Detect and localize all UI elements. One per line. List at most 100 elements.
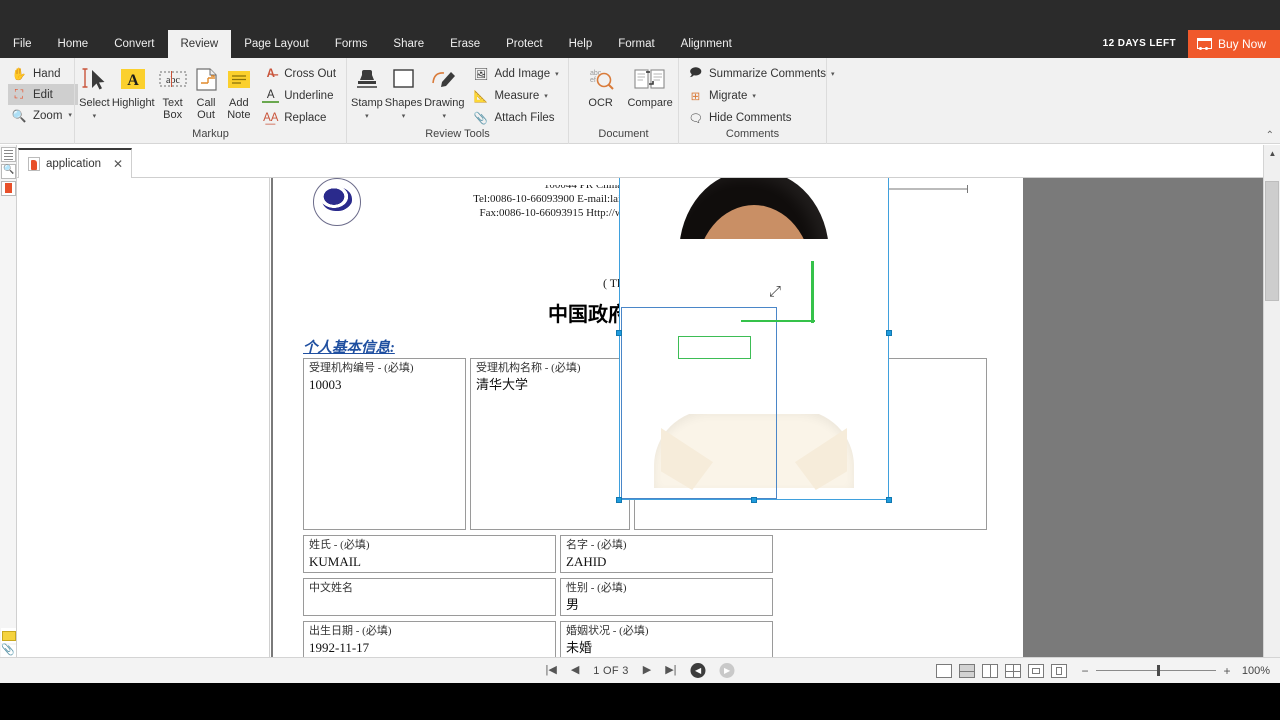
selected-image-object[interactable]: ↻ ⤢ <box>616 178 892 503</box>
view-mode-fit-page[interactable] <box>1028 663 1044 678</box>
menu-item-file[interactable]: File <box>0 30 45 58</box>
search-icon[interactable] <box>1 164 16 179</box>
view-mode-continuous[interactable] <box>959 663 975 678</box>
text-box-button[interactable]: abc Text Box <box>157 61 189 121</box>
field-given-name[interactable]: 名字 - (必填) ZAHID <box>560 535 773 573</box>
drawing-button[interactable]: Drawing ▾ <box>424 61 464 121</box>
zoom-out-button[interactable]: − <box>1080 664 1090 678</box>
ribbon-group-view-tools: ✋ Hand ⛶ Edit 🔍 Zoom ▾ <box>0 58 78 144</box>
first-page-button[interactable]: |◀ <box>545 665 556 676</box>
replace-icon: A͟A <box>263 112 279 124</box>
menu-item-share[interactable]: Share <box>380 30 437 58</box>
replace-button[interactable]: A͟A Replace <box>262 108 340 128</box>
resize-handle-middle-left[interactable] <box>616 329 622 336</box>
thumbnails-panel-icon[interactable] <box>1 147 16 162</box>
bookmarks-panel-icon[interactable] <box>1 181 16 196</box>
menu-item-page-layout[interactable]: Page Layout <box>231 30 322 58</box>
vertical-scrollbar[interactable]: ▲ ▼ <box>1263 145 1280 683</box>
collapse-ribbon-button[interactable]: ⌃ <box>1266 130 1274 141</box>
chevron-down-icon[interactable]: ▾ <box>365 113 369 120</box>
zoom-slider-track[interactable] <box>1096 665 1216 676</box>
chevron-down-icon[interactable]: ▾ <box>443 113 447 120</box>
table-row: 出生日期 - (必填) 1992-11-17 婚姻状况 - (必填) 未婚 <box>303 621 987 659</box>
last-page-button[interactable]: ▶| <box>665 665 676 676</box>
select-button[interactable]: Select ▾ <box>79 61 110 121</box>
resize-handle-bottom-center[interactable] <box>751 497 757 503</box>
stamp-button[interactable]: Stamp ▾ <box>351 61 383 121</box>
menu-item-home[interactable]: Home <box>45 30 102 58</box>
menu-item-forms[interactable]: Forms <box>322 30 381 58</box>
applicant-photo[interactable] <box>619 178 889 500</box>
status-bar: |◀ ◀ 1 OF 3 ▶ ▶| ◀ ▶ − + 100% <box>0 657 1280 683</box>
hide-comments-label: Hide Comments <box>709 112 792 124</box>
cross-out-button[interactable]: A̶ Cross Out <box>262 64 340 84</box>
chevron-down-icon[interactable]: ▾ <box>544 93 548 100</box>
table-row: 姓氏 - (必填) KUMAIL 名字 - (必填) ZAHID <box>303 535 987 573</box>
resize-handle-middle-right[interactable] <box>886 329 892 336</box>
attach-files-button[interactable]: 📎 Attach Files <box>472 108 562 128</box>
chevron-down-icon[interactable]: ▾ <box>555 71 559 78</box>
document-tab-application[interactable]: application ✕ <box>18 148 133 178</box>
menu-item-review[interactable]: Review <box>167 30 232 58</box>
field-chinese-name[interactable]: 中文姓名 <box>303 578 556 616</box>
replace-label: Replace <box>284 112 327 124</box>
menu-item-erase[interactable]: Erase <box>437 30 493 58</box>
view-mode-fit-width[interactable] <box>1051 663 1067 678</box>
previous-view-button[interactable]: ◀ <box>690 663 706 678</box>
add-note-button[interactable]: Add Note <box>223 61 254 121</box>
next-view-button[interactable]: ▶ <box>719 663 735 678</box>
menu-item-alignment[interactable]: Alignment <box>668 30 745 58</box>
zoom-slider-group: − + 100% <box>1080 664 1270 678</box>
shapes-button[interactable]: Shapes ▾ <box>385 61 422 121</box>
chevron-down-icon[interactable]: ▾ <box>68 112 72 119</box>
photo-white-overlay <box>678 239 833 414</box>
field-surname[interactable]: 姓氏 - (必填) KUMAIL <box>303 535 556 573</box>
resize-handle-bottom-left[interactable] <box>616 497 622 503</box>
cart-icon <box>1196 37 1212 51</box>
document-view[interactable]: 100044 PR China Tel:0086-10-66093900 E-m… <box>271 178 1263 683</box>
migrate-button[interactable]: ⊞ Migrate ▾ <box>687 86 838 106</box>
resize-handle-bottom-right[interactable] <box>886 497 892 503</box>
comments-panel-icon[interactable] <box>1 628 16 643</box>
scrollbar-thumb[interactable] <box>1265 181 1279 301</box>
field-gender[interactable]: 性别 - (必填) 男 <box>560 578 773 616</box>
edit-tool-button[interactable]: ⛶ Edit <box>8 84 78 105</box>
underline-button[interactable]: A Underline <box>262 86 340 106</box>
field-date-of-birth[interactable]: 出生日期 - (必填) 1992-11-17 <box>303 621 556 659</box>
hand-tool-button[interactable]: ✋ Hand <box>8 63 78 84</box>
menu-item-help[interactable]: Help <box>556 30 606 58</box>
buy-now-button[interactable]: Buy Now <box>1187 30 1280 58</box>
summarize-comments-button[interactable]: 🗩 Summarize Comments ▾ <box>687 64 838 84</box>
field-marital-status[interactable]: 婚姻状况 - (必填) 未婚 <box>560 621 773 659</box>
view-mode-single-page[interactable] <box>936 663 952 678</box>
summarize-comments-label: Summarize Comments <box>709 68 826 80</box>
field-agency-number[interactable]: 受理机构编号 - (必填) 10003 <box>303 358 466 530</box>
measure-button[interactable]: 📐 Measure ▾ <box>472 86 562 106</box>
next-page-button[interactable]: ▶ <box>643 665 651 676</box>
ocr-button[interactable]: abc ef OCR <box>581 61 620 109</box>
chevron-down-icon[interactable]: ▾ <box>752 93 756 100</box>
add-image-button[interactable]: 🖼 Add Image ▾ <box>472 64 562 84</box>
ribbon-group-document: abc ef OCR Compare Document <box>568 58 678 144</box>
previous-page-button[interactable]: ◀ <box>571 665 579 676</box>
field-agency-name[interactable]: 受理机构名称 - (必填) 清华大学 <box>470 358 630 530</box>
chevron-down-icon[interactable]: ▾ <box>93 113 97 120</box>
highlight-button[interactable]: A Highlight <box>112 61 155 109</box>
drawing-button-label: Drawing <box>424 97 465 109</box>
hide-comments-button[interactable]: 🗨 Hide Comments <box>687 108 838 128</box>
compare-button[interactable]: Compare <box>626 61 674 109</box>
measure-icon: 📐 <box>473 91 489 103</box>
scroll-up-arrow[interactable]: ▲ <box>1264 145 1280 162</box>
menu-item-format[interactable]: Format <box>605 30 667 58</box>
call-out-button[interactable]: Call Out <box>191 61 222 121</box>
menu-item-convert[interactable]: Convert <box>101 30 167 58</box>
view-mode-two-page[interactable] <box>982 663 998 678</box>
menu-item-protect[interactable]: Protect <box>493 30 555 58</box>
field-label: 名字 - (必填) <box>566 539 627 551</box>
view-mode-two-page-continuous[interactable] <box>1005 663 1021 678</box>
zoom-slider-thumb[interactable] <box>1157 665 1160 676</box>
chevron-down-icon[interactable]: ▾ <box>402 113 406 120</box>
zoom-tool-button[interactable]: 🔍 Zoom ▾ <box>8 105 78 126</box>
zoom-in-button[interactable]: + <box>1222 664 1232 678</box>
close-icon[interactable]: ✕ <box>113 157 123 171</box>
